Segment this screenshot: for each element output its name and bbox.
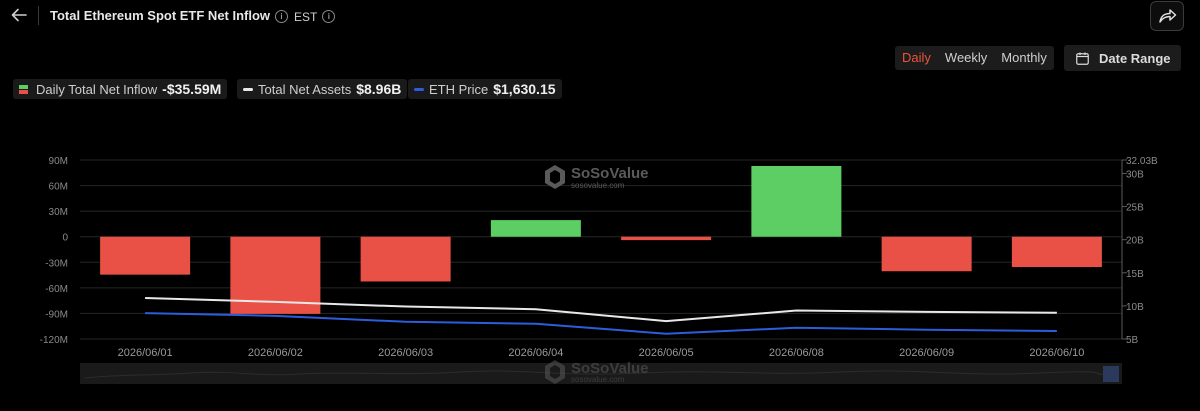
eth-price-line xyxy=(145,312,1057,335)
x-tick-label: 2026/06/04 xyxy=(508,347,563,359)
inflow-bar xyxy=(100,236,191,275)
x-tick-label: 2026/06/02 xyxy=(248,347,303,359)
right-tick-label: 15B xyxy=(1126,269,1144,280)
inflow-bar xyxy=(490,220,581,237)
left-tick-label: 30M xyxy=(49,207,68,218)
x-tick-label: 2026/06/01 xyxy=(118,347,173,359)
watermark-domain: sosovalue.com xyxy=(571,181,625,190)
inflow-bar xyxy=(881,236,972,272)
right-tick-label: 10B xyxy=(1126,302,1144,313)
inflow-bar xyxy=(360,236,451,282)
x-tick-label: 2026/06/09 xyxy=(899,347,954,359)
right-tick-label: 25B xyxy=(1126,203,1144,214)
inflow-bar xyxy=(1011,236,1102,268)
left-tick-label: -30M xyxy=(45,258,68,269)
watermark-brand: SoSoValue xyxy=(571,165,649,182)
left-tick-label: 0 xyxy=(62,233,68,244)
right-tick-label: 32.03B xyxy=(1126,156,1158,167)
x-tick-label: 2026/06/08 xyxy=(769,347,824,359)
inflow-bar xyxy=(621,236,712,241)
right-tick-label: 30B xyxy=(1126,169,1144,180)
inflow-bar xyxy=(751,165,842,237)
left-axis-labels: 90M 60M 30M 0 -30M -60M -90M -120M xyxy=(40,156,69,346)
left-tick-label: 60M xyxy=(49,182,68,193)
x-tick-label: 2026/06/05 xyxy=(639,347,694,359)
chart-area: SoSoValue sosovalue.com 90M 60M 30M 0 -30M -6… xyxy=(40,156,1158,384)
left-tick-label: 90M xyxy=(49,156,68,167)
navigator-handle[interactable] xyxy=(1103,366,1119,382)
x-tick-label: 2026/06/03 xyxy=(378,347,433,359)
right-tick-label: 20B xyxy=(1126,236,1144,247)
range-navigator[interactable]: SoSoValue sosovalue.com xyxy=(80,360,1122,384)
right-axis-labels: 32.03B 30B 25B 20B 15B 10B 5B xyxy=(1121,156,1158,346)
left-tick-label: -60M xyxy=(45,284,68,295)
watermark: SoSoValue sosovalue.com xyxy=(545,165,649,190)
right-tick-label: 5B xyxy=(1126,335,1139,346)
left-tick-label: -120M xyxy=(40,335,68,346)
navigator-watermark-domain: sosovalue.com xyxy=(571,375,625,384)
left-tick-label: -90M xyxy=(45,309,68,320)
x-axis-labels: 2026/06/01 2026/06/02 2026/06/03 2026/06/04… xyxy=(118,347,1085,359)
x-tick-label: 2026/06/10 xyxy=(1029,347,1084,359)
